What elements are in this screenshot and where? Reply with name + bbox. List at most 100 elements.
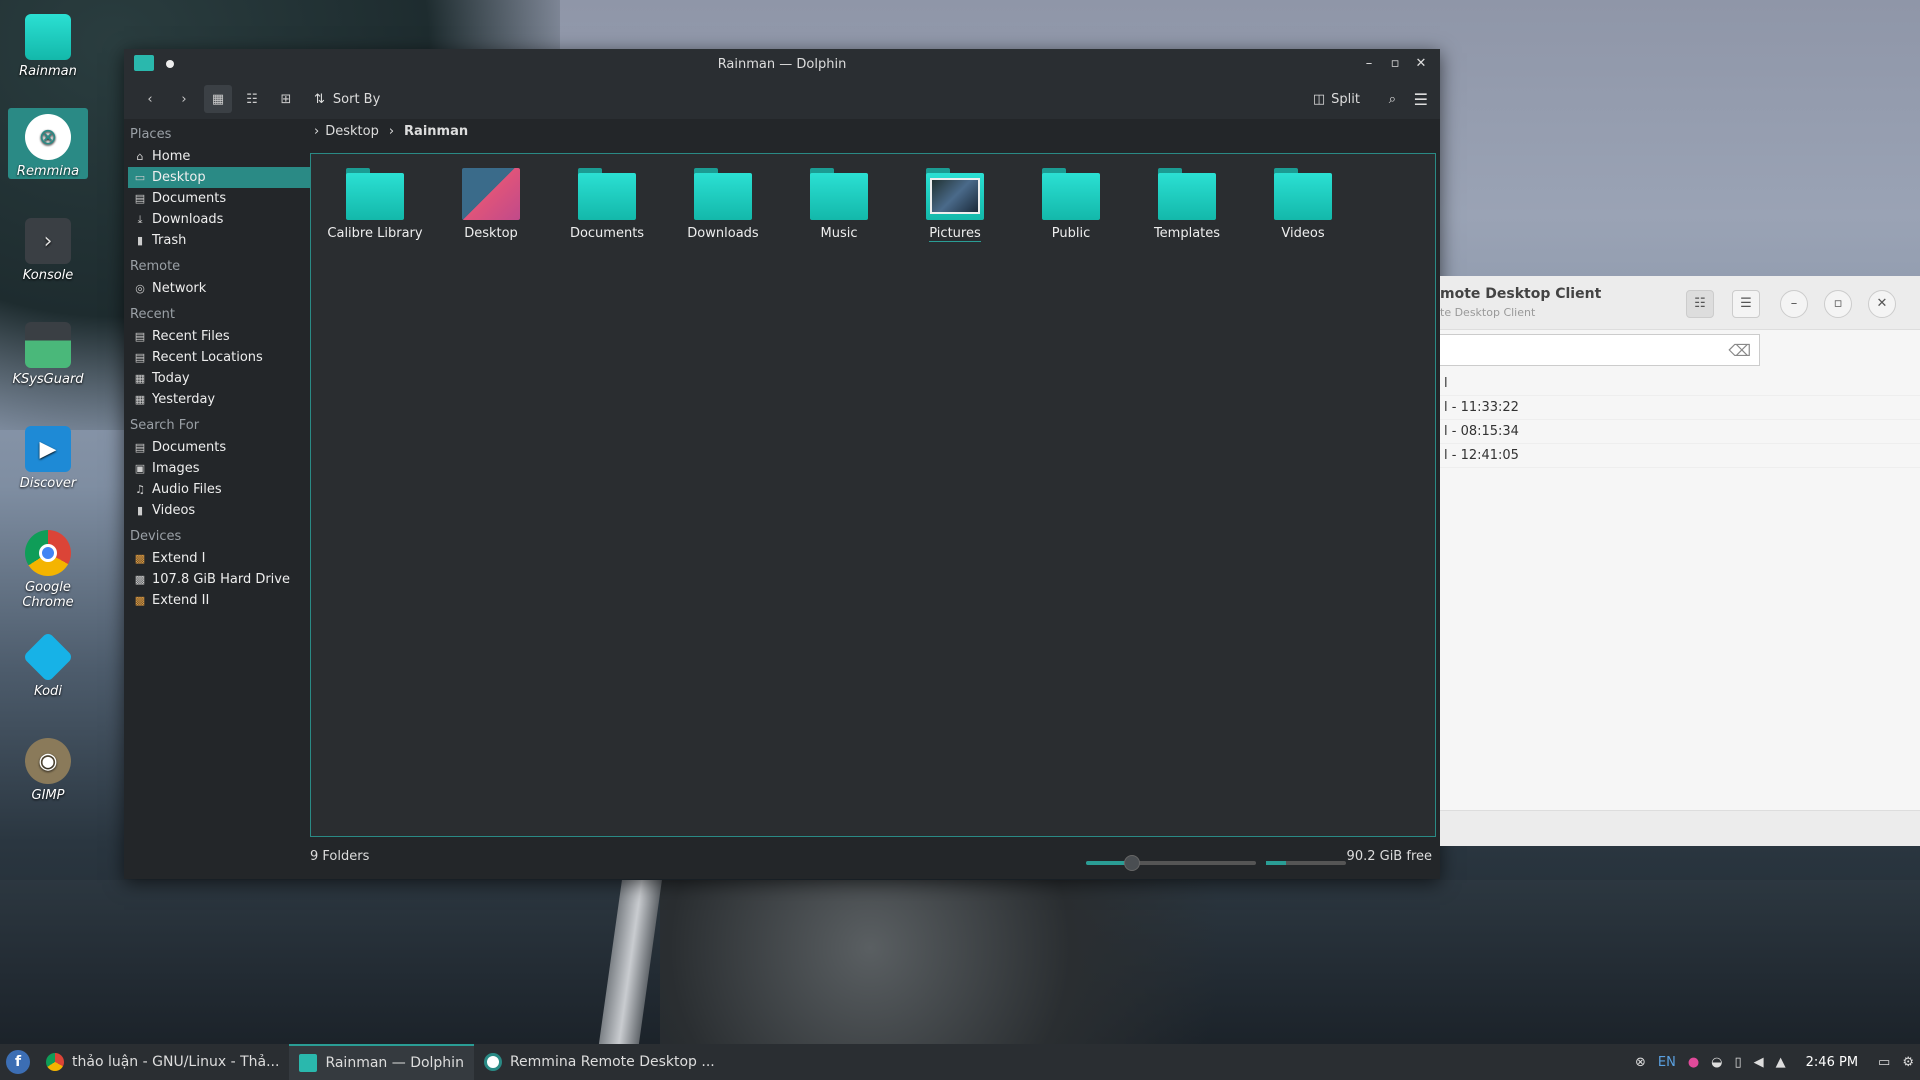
sidebar-item-extend-2[interactable]: ▩ Extend II (124, 590, 304, 611)
show-desktop-icon[interactable]: ▭ (1878, 1055, 1890, 1070)
application-launcher[interactable]: f (0, 1044, 36, 1080)
folder-icon (25, 14, 71, 60)
remmina-icon (483, 1053, 502, 1071)
folder-item[interactable]: Pictures (897, 168, 1013, 242)
sidebar-item-extend-1[interactable]: ▩ Extend I (124, 548, 304, 569)
search-for-header: Search For (130, 418, 200, 433)
document-icon: ▤ (134, 192, 146, 205)
sidebar-item-today[interactable]: ▦ Today (124, 368, 304, 389)
details-view-button[interactable]: ⊞ (272, 85, 300, 113)
sort-by-button[interactable]: ⇅ Sort By (314, 92, 380, 107)
settings-icon[interactable]: ⚙ (1902, 1055, 1914, 1070)
keyboard-layout[interactable]: EN (1658, 1055, 1676, 1070)
menu-button[interactable]: ☰ (1414, 90, 1428, 109)
task-remmina[interactable]: Remmina Remote Desktop ... (474, 1044, 725, 1080)
minimize-button[interactable]: – (1360, 55, 1378, 73)
folder-icon (578, 168, 636, 220)
table-row[interactable]: l - 12:41:05 (1440, 444, 1920, 468)
folder-icon (1158, 168, 1216, 220)
folder-item[interactable]: Downloads (665, 168, 781, 241)
view-toggle-button[interactable]: ☷ (1686, 290, 1714, 318)
sidebar-item-recent-files[interactable]: ▤ Recent Files (124, 326, 304, 347)
table-row[interactable]: l - 08:15:34 (1440, 420, 1920, 444)
folder-item[interactable]: Desktop (433, 168, 549, 241)
clear-icon[interactable]: ⌫ (1728, 341, 1751, 360)
sidebar-item-yesterday[interactable]: ▦ Yesterday (124, 389, 304, 410)
folder-item[interactable]: Videos (1245, 168, 1361, 241)
desktop-icon-gimp[interactable]: ◉ GIMP (8, 732, 88, 803)
remmina-minimize-button[interactable]: – (1780, 290, 1808, 318)
folder-item[interactable]: Templates (1129, 168, 1245, 241)
network-icon: ◎ (135, 282, 145, 295)
file-view[interactable]: Calibre Library Desktop Documents Downlo… (310, 153, 1436, 837)
desktop-icon-remmina[interactable]: ⊗ Remmina (8, 108, 88, 179)
desktop-icon-kodi[interactable]: Kodi (8, 628, 88, 699)
sidebar-item-network[interactable]: ◎ Network (124, 278, 304, 299)
breadcrumb-current[interactable]: Rainman (404, 124, 468, 139)
download-icon: ⤓ (137, 213, 143, 226)
sidebar-item-home[interactable]: ⌂ Home (124, 146, 304, 167)
sidebar-item-trash[interactable]: ▮ Trash (124, 230, 304, 251)
disk-usage-bar (1266, 861, 1346, 865)
breadcrumb-desktop[interactable]: Desktop (325, 124, 379, 139)
remmina-close-button[interactable]: ✕ (1868, 290, 1896, 318)
remmina-icon: ⊗ (25, 114, 71, 160)
desktop-icon-chrome[interactable]: Google Chrome (8, 524, 88, 610)
close-button[interactable]: ✕ (1412, 55, 1430, 73)
sidebar-item-downloads[interactable]: ⤓ Downloads (124, 209, 304, 230)
forward-button[interactable]: › (170, 85, 198, 113)
places-header: Places (130, 127, 172, 142)
sidebar-item-documents[interactable]: ▤ Documents (124, 188, 304, 209)
sidebar-item-images[interactable]: ▣ Images (124, 458, 304, 479)
task-chrome[interactable]: thảo luận - GNU/Linux - Thả... (36, 1044, 289, 1080)
folder-icon (1274, 168, 1332, 220)
desktop-icon-konsole[interactable]: › Konsole (8, 212, 88, 283)
expand-tray-icon[interactable]: ▲ (1776, 1055, 1786, 1070)
remmina-statusbar (1440, 810, 1920, 846)
folder-item[interactable]: Calibre Library (317, 168, 433, 241)
folder-item[interactable]: Documents (549, 168, 665, 241)
folder-item[interactable]: Public (1013, 168, 1129, 241)
folder-item[interactable]: Music (781, 168, 897, 241)
chevron-right-icon: › (314, 123, 320, 139)
video-icon: ▮ (136, 504, 144, 517)
terminal-icon: › (25, 218, 71, 264)
desktop-icon-ksysguard[interactable]: KSysGuard (8, 316, 88, 387)
zoom-slider-handle[interactable] (1123, 855, 1140, 871)
remmina-tray-icon[interactable]: ⊗ (1635, 1055, 1646, 1070)
wifi-icon[interactable]: ◒ (1711, 1055, 1722, 1070)
dolphin-titlebar[interactable]: Rainman — Dolphin – ▫ ✕ (124, 49, 1440, 79)
volume-icon[interactable]: ◀ (1754, 1055, 1764, 1070)
remmina-menu-button[interactable]: ☰ (1732, 290, 1760, 318)
gimp-icon: ◉ (25, 738, 71, 784)
split-button[interactable]: ◫ Split (1313, 92, 1360, 107)
desktop-icon-discover[interactable]: ▶ Discover (8, 420, 88, 491)
sidebar-item-videos[interactable]: ▮ Videos (124, 500, 304, 521)
remmina-headerbar[interactable]: mote Desktop Client te Desktop Client ☷ … (1440, 276, 1920, 330)
icons-view-button[interactable]: ▦ (204, 85, 232, 113)
sidebar-item-search-documents[interactable]: ▤ Documents (124, 437, 304, 458)
table-row[interactable]: l - 11:33:22 (1440, 396, 1920, 420)
remmina-maximize-button[interactable]: ▫ (1824, 290, 1852, 318)
maximize-button[interactable]: ▫ (1386, 55, 1404, 73)
remmina-search-input[interactable]: ⌫ (1440, 334, 1760, 366)
drive-icon: ▩ (134, 594, 146, 607)
task-dolphin[interactable]: Rainman — Dolphin (289, 1044, 474, 1080)
firefox-icon[interactable]: ● (1688, 1055, 1699, 1070)
taskbar: f thảo luận - GNU/Linux - Thả... Rainman… (0, 1044, 1920, 1080)
compact-view-button[interactable]: ☷ (238, 85, 266, 113)
zoom-slider[interactable] (1086, 855, 1256, 871)
desktop-icon-rainman[interactable]: Rainman (8, 8, 88, 79)
sidebar-item-desktop[interactable]: ▭ Desktop (128, 167, 310, 188)
fedora-icon: f (6, 1050, 30, 1074)
sidebar-item-hard-drive[interactable]: ▩ 107.8 GiB Hard Drive (124, 569, 304, 590)
battery-icon[interactable]: ▯ (1735, 1055, 1742, 1070)
sidebar-item-audio-files[interactable]: ♫ Audio Files (124, 479, 304, 500)
search-button[interactable]: ⌕ (1389, 92, 1396, 107)
back-button[interactable]: ‹ (136, 85, 164, 113)
remmina-column-header[interactable]: l (1440, 372, 1920, 396)
folder-icon (1042, 168, 1100, 220)
sidebar-item-recent-locations[interactable]: ▤ Recent Locations (124, 347, 304, 368)
pictures-folder-icon (926, 168, 984, 220)
clock[interactable]: 2:46 PM (1806, 1055, 1858, 1070)
